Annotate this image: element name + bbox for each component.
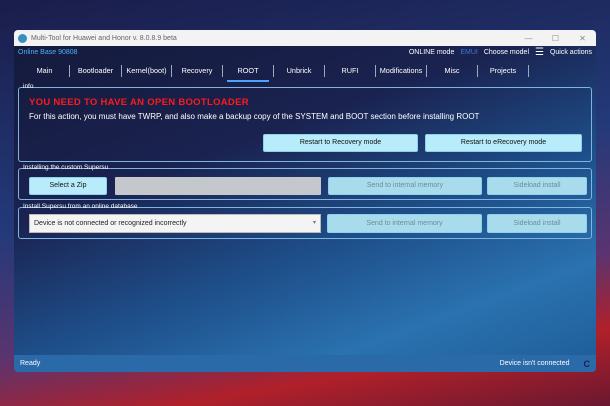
status-text: Ready [20, 360, 41, 367]
bootloader-warning: YOU NEED TO HAVE AN OPEN BOOTLOADER [29, 97, 249, 108]
info-bar: Online Base 90808 ONLINE mode EMUI Choos… [14, 46, 596, 59]
select-zip-button[interactable]: Select a Zip [29, 177, 107, 195]
chevron-down-icon: ▾ [312, 220, 316, 226]
online-sideload-install-button[interactable]: Sideload install [487, 214, 587, 233]
tab-rufi[interactable]: RUFI [325, 65, 376, 77]
quick-actions-link[interactable]: Quick actions [550, 49, 592, 56]
tab-root[interactable]: ROOT [223, 65, 274, 82]
title-bar: Multi-Tool for Huawei and Honor v. 8.0.8… [14, 30, 596, 46]
restart-erecovery-button[interactable]: Restart to eRecovery mode [425, 134, 582, 152]
info-message: For this action, you must have TWRP, and… [29, 112, 480, 121]
tab-kernel[interactable]: Kernel(boot) [122, 65, 172, 77]
tab-bar: Main Bootloader Kernel(boot) Recovery RO… [14, 62, 596, 82]
info-group: info YOU NEED TO HAVE AN OPEN BOOTLOADER… [18, 83, 592, 162]
online-supersu-group: Install Supersu from an online database … [18, 203, 592, 239]
tab-projects[interactable]: Projects [478, 65, 529, 77]
online-supersu-label: Install Supersu from an online database [23, 203, 138, 210]
app-window: Multi-Tool for Huawei and Honor v. 8.0.8… [14, 30, 596, 372]
online-base: Online Base 90808 [18, 49, 78, 56]
tab-modifications[interactable]: Modifications [376, 65, 427, 77]
app-logo-icon [18, 33, 27, 43]
supersu-version-select[interactable]: Device is not connected or recognized in… [29, 214, 321, 233]
choose-model-link[interactable]: Choose model [484, 49, 529, 56]
restart-recovery-button[interactable]: Restart to Recovery mode [263, 134, 418, 152]
tab-bootloader[interactable]: Bootloader [70, 65, 122, 77]
emui-link[interactable]: EMUI [460, 49, 478, 56]
custom-supersu-label: Installing the custom Supersu [23, 164, 109, 171]
status-bar: Ready Device isn't connected C [14, 355, 596, 372]
send-internal-memory-button[interactable]: Send to internal memory [328, 177, 482, 195]
online-send-internal-memory-button[interactable]: Send to internal memory [327, 214, 482, 233]
close-button[interactable]: ✕ [569, 34, 596, 43]
tab-main[interactable]: Main [20, 65, 70, 77]
menu-icon[interactable]: ☰ [535, 47, 544, 58]
sideload-install-button[interactable]: Sideload install [487, 177, 587, 195]
maximize-button[interactable]: ☐ [542, 34, 569, 43]
window-title: Multi-Tool for Huawei and Honor v. 8.0.8… [31, 34, 177, 42]
info-group-label: info [23, 83, 34, 90]
tab-recovery[interactable]: Recovery [172, 65, 223, 77]
select-value: Device is not connected or recognized in… [34, 220, 187, 227]
tab-unbrick[interactable]: Unbrick [274, 65, 325, 77]
tab-misc[interactable]: Misc [427, 65, 478, 77]
online-mode[interactable]: ONLINE mode [409, 49, 455, 56]
refresh-icon[interactable]: C [584, 359, 591, 369]
minimize-button[interactable]: — [515, 34, 542, 43]
zip-path-field[interactable] [115, 177, 321, 195]
device-status: Device isn't connected [499, 360, 570, 367]
custom-supersu-group: Installing the custom Supersu Select a Z… [18, 164, 592, 200]
